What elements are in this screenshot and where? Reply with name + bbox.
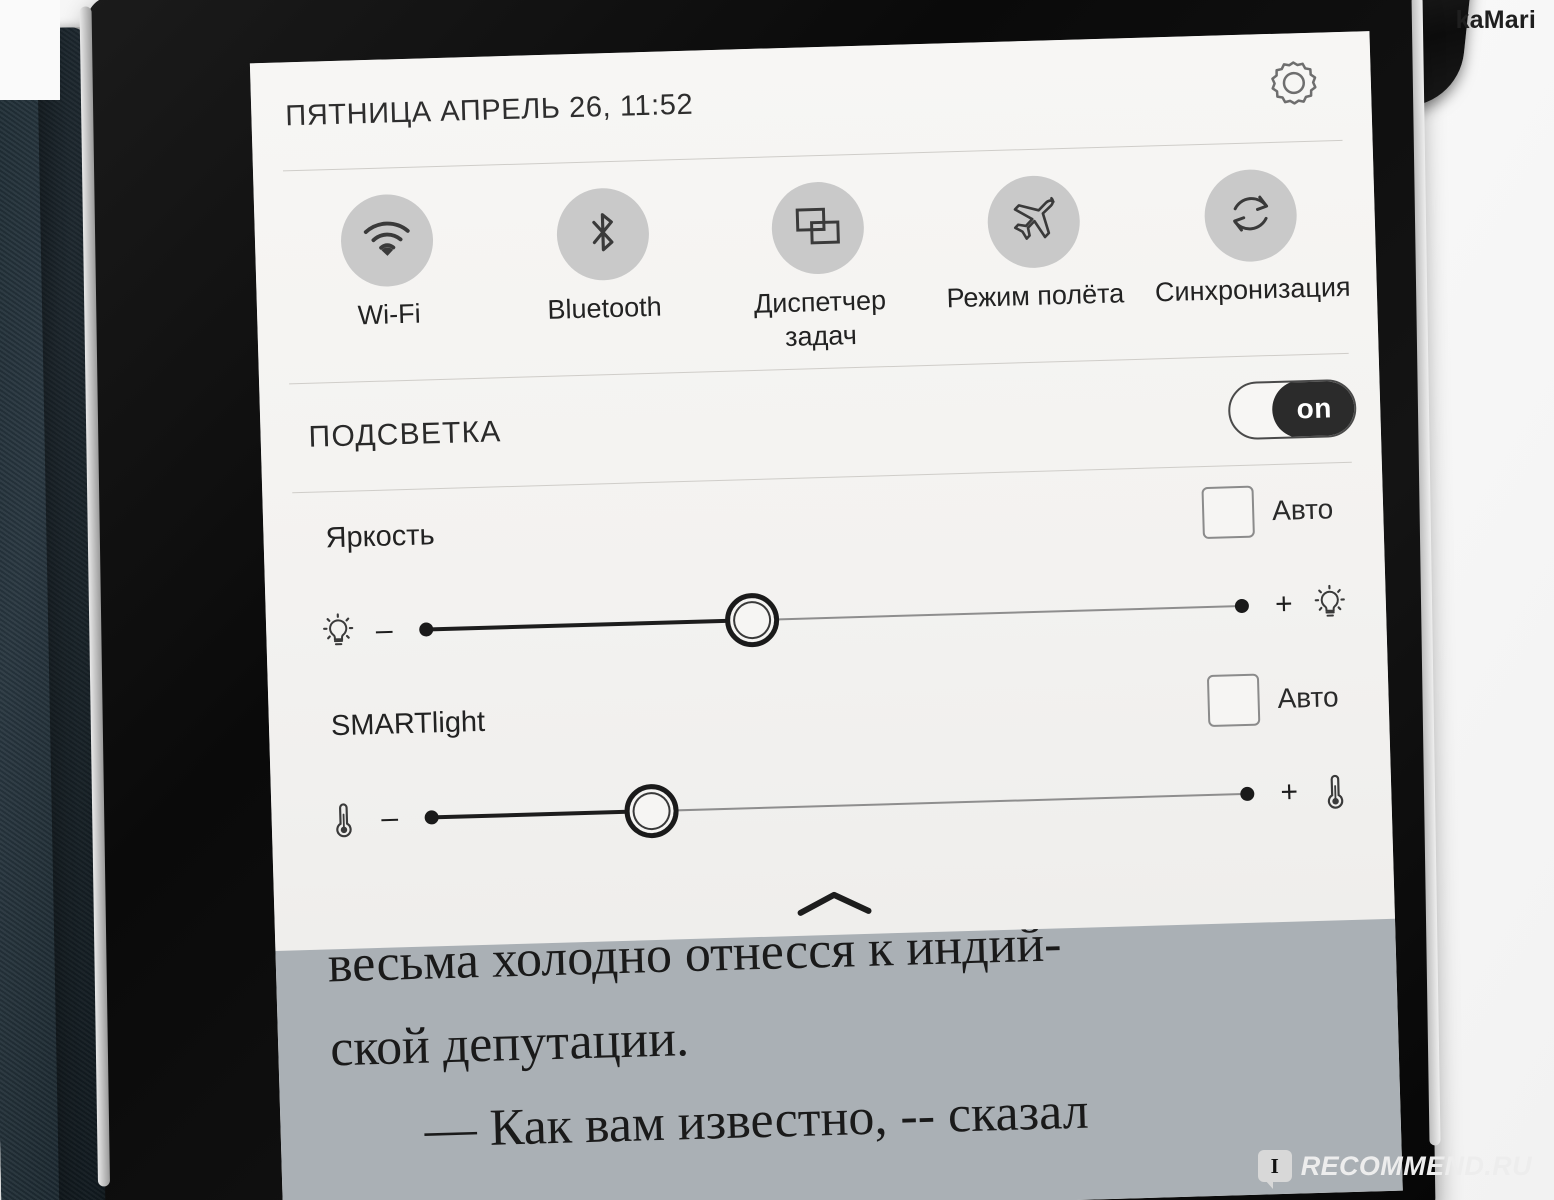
brightness-track-fill (426, 618, 753, 632)
toggle-task-manager-circle (770, 180, 866, 276)
smartlight-plus[interactable]: + (1277, 775, 1302, 810)
eink-screen: ПЯТНИЦА АПРЕЛЬ 26, 11:52 Wi-Fi Bluetooth… (249, 31, 1403, 1200)
smartlight-track-dot-max (1240, 786, 1255, 802)
toggle-airplane-mode[interactable]: Режим полёта (932, 173, 1136, 316)
toggle-wifi-circle (339, 193, 435, 288)
toggle-bluetooth-label: Bluetooth (547, 291, 663, 325)
brightness-slider-handle[interactable] (724, 592, 781, 648)
brightness-auto-checkbox[interactable] (1201, 485, 1255, 540)
smartlight-slider-handle[interactable] (624, 783, 680, 839)
brightness-minus[interactable]: – (372, 613, 397, 648)
photo-scene: ПЯТНИЦА АПРЕЛЬ 26, 11:52 Wi-Fi Bluetooth… (0, 0, 1554, 1200)
toggle-sync-circle (1203, 168, 1298, 263)
thermometer-icon (323, 796, 364, 843)
backlight-switch[interactable]: on (1227, 378, 1358, 441)
bulb-icon (1309, 580, 1350, 627)
task-manager-icon (789, 197, 847, 260)
bulb-icon (318, 608, 359, 655)
toggle-sync[interactable]: Синхронизация (1147, 167, 1355, 311)
wifi-icon (358, 209, 416, 272)
smartlight-auto-label: Авто (1277, 681, 1340, 715)
toggle-airplane-mode-circle (985, 174, 1081, 270)
smartlight-track-dot-min (424, 810, 439, 825)
smartlight-auto-wrap[interactable]: Авто (1206, 671, 1359, 728)
toggle-sync-label: Синхронизация (1154, 271, 1351, 308)
toggle-bluetooth-circle (555, 186, 650, 282)
brightness-auto-label: Авто (1271, 493, 1334, 527)
watermark-kamari: kaMari (1455, 6, 1536, 34)
smartlight-track-fill (431, 809, 652, 820)
brightness-track-dot-min (419, 622, 434, 637)
irecommend-badge-icon: I (1257, 1150, 1292, 1189)
irecommend-text: RECOMMEND.RU (1300, 1150, 1532, 1181)
chevron-up-icon (788, 880, 881, 932)
smartlight-auto-checkbox[interactable] (1206, 673, 1261, 728)
sync-icon (1222, 184, 1280, 247)
backlight-label: ПОДСВЕТКА (308, 415, 502, 454)
brightness-auto-wrap[interactable]: Авто (1201, 483, 1353, 540)
book-page: весьма холодно отнесся к индий- ской деп… (275, 918, 1403, 1200)
brightness-track-dot-max (1234, 598, 1250, 614)
backlight-switch-state: on (1296, 392, 1333, 425)
settings-button[interactable] (1260, 53, 1328, 121)
bluetooth-icon (574, 203, 632, 266)
brightness-title: Яркость (325, 518, 436, 554)
brightness-block: Яркость Авто – + (262, 462, 1387, 682)
toggle-task-manager[interactable]: Диспетчер задач (717, 179, 922, 356)
thermometer-icon (1315, 768, 1356, 815)
toggle-bluetooth[interactable]: Bluetooth (501, 185, 705, 328)
control-panel: ПЯТНИЦА АПРЕЛЬ 26, 11:52 Wi-Fi Bluetooth… (249, 31, 1395, 951)
backlight-switch-knob: on (1271, 378, 1358, 440)
smartlight-slider-track[interactable] (424, 766, 1255, 845)
smartlight-block: SMARTlight Авто – + (268, 650, 1393, 870)
status-datetime: ПЯТНИЦА АПРЕЛЬ 26, 11:52 (284, 88, 694, 132)
toggle-wifi-label: Wi-Fi (357, 298, 422, 331)
toggle-wifi[interactable]: Wi-Fi (286, 192, 490, 335)
ereader-device: ПЯТНИЦА АПРЕЛЬ 26, 11:52 Wi-Fi Bluetooth… (86, 0, 1436, 1200)
smartlight-title: SMARTlight (330, 705, 486, 742)
airplane-icon (1004, 191, 1062, 254)
smartlight-minus[interactable]: – (377, 801, 402, 836)
brightness-plus[interactable]: + (1271, 587, 1296, 622)
toggle-airplane-mode-label: Режим полёта (946, 278, 1125, 314)
brightness-slider-track[interactable] (419, 578, 1250, 657)
watermark-irecommend: I RECOMMEND.RU (1257, 1150, 1532, 1189)
gear-icon (1262, 53, 1326, 122)
quick-toggles-row: Wi-Fi Bluetooth Диспетчер задач Режим по… (253, 140, 1379, 384)
toggle-task-manager-label: Диспетчер задач (753, 285, 887, 352)
case-cover-notch (0, 0, 60, 100)
